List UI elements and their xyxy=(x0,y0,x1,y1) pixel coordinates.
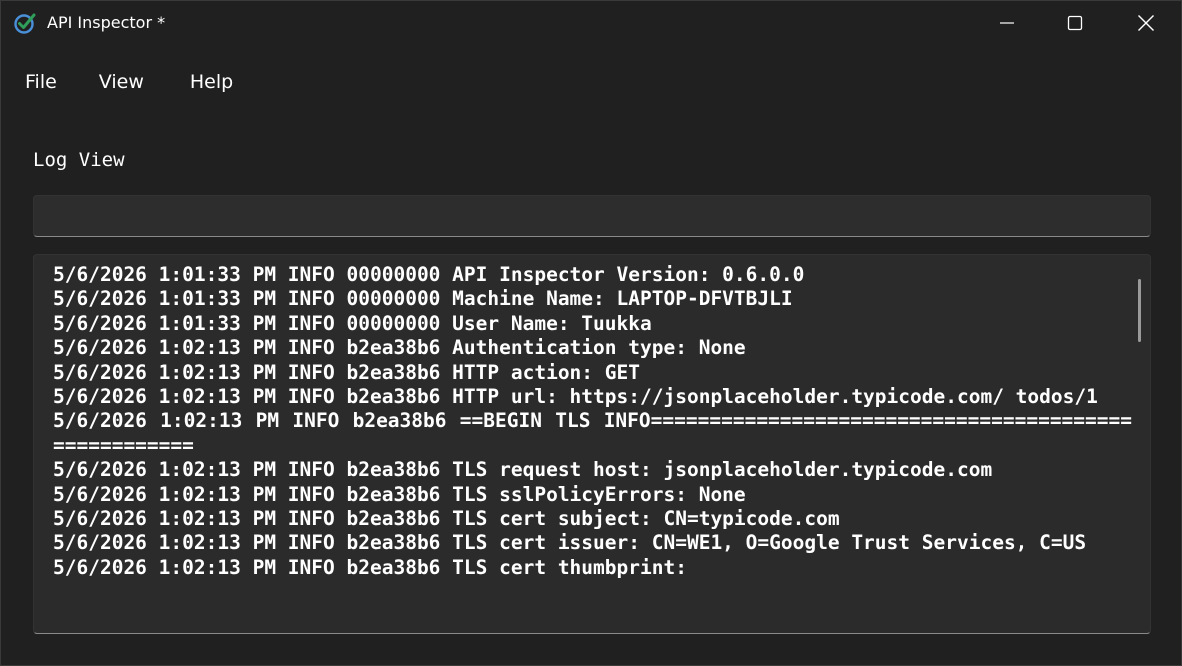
log-line: 5/6/2026 1:02:13 PM INFO b2ea38b6 Authen… xyxy=(53,336,746,360)
log-filter-input[interactable] xyxy=(33,195,1151,237)
log-scrollbar-thumb[interactable] xyxy=(1138,279,1141,342)
menu-view[interactable]: View xyxy=(79,63,168,105)
log-line: 5/6/2026 1:02:13 PM INFO b2ea38b6 TLS ce… xyxy=(53,507,840,531)
log-line: 5/6/2026 1:02:13 PM INFO b2ea38b6 TLS ce… xyxy=(53,555,687,579)
log-line: 5/6/2026 1:02:13 PM INFO b2ea38b6 TLS ce… xyxy=(53,531,1087,555)
minimize-button[interactable] xyxy=(972,1,1042,45)
log-line: 5/6/2026 1:02:13 PM INFO b2ea38b6 TLS ss… xyxy=(53,482,746,506)
close-button[interactable] xyxy=(1111,1,1181,45)
log-line: 5/6/2026 1:01:33 PM INFO 00000000 API In… xyxy=(53,263,805,286)
log-line: 5/6/2026 1:02:13 PM INFO b2ea38b6 ==BEGI… xyxy=(53,409,1132,457)
menu-bar: File View Help xyxy=(9,63,255,105)
title-bar[interactable]: API Inspector * xyxy=(1,1,1181,45)
window-title: API Inspector * xyxy=(47,13,166,32)
log-line: 5/6/2026 1:01:33 PM INFO 00000000 Machin… xyxy=(53,287,793,311)
maximize-button[interactable] xyxy=(1040,1,1110,45)
check-circle-icon xyxy=(14,13,36,34)
menu-help[interactable]: Help xyxy=(168,63,255,105)
log-output-panel[interactable]: 5/6/2026 1:01:33 PM INFO 00000000 API In… xyxy=(33,254,1151,634)
app-window: API Inspector * File View Help Log View … xyxy=(0,0,1182,666)
log-view-heading: Log View xyxy=(33,149,125,171)
log-line: 5/6/2026 1:02:13 PM INFO b2ea38b6 HTTP a… xyxy=(53,360,640,384)
close-icon xyxy=(1138,15,1154,31)
menu-file[interactable]: File xyxy=(9,63,79,105)
log-line: 5/6/2026 1:01:33 PM INFO 00000000 User N… xyxy=(53,311,652,335)
log-text[interactable]: 5/6/2026 1:01:33 PM INFO 00000000 API In… xyxy=(53,263,1132,580)
log-line: 5/6/2026 1:02:13 PM INFO b2ea38b6 HTTP u… xyxy=(53,385,1098,409)
log-line: 5/6/2026 1:02:13 PM INFO b2ea38b6 TLS re… xyxy=(53,458,993,482)
minimize-icon xyxy=(1000,22,1014,24)
maximize-icon xyxy=(1067,15,1083,31)
